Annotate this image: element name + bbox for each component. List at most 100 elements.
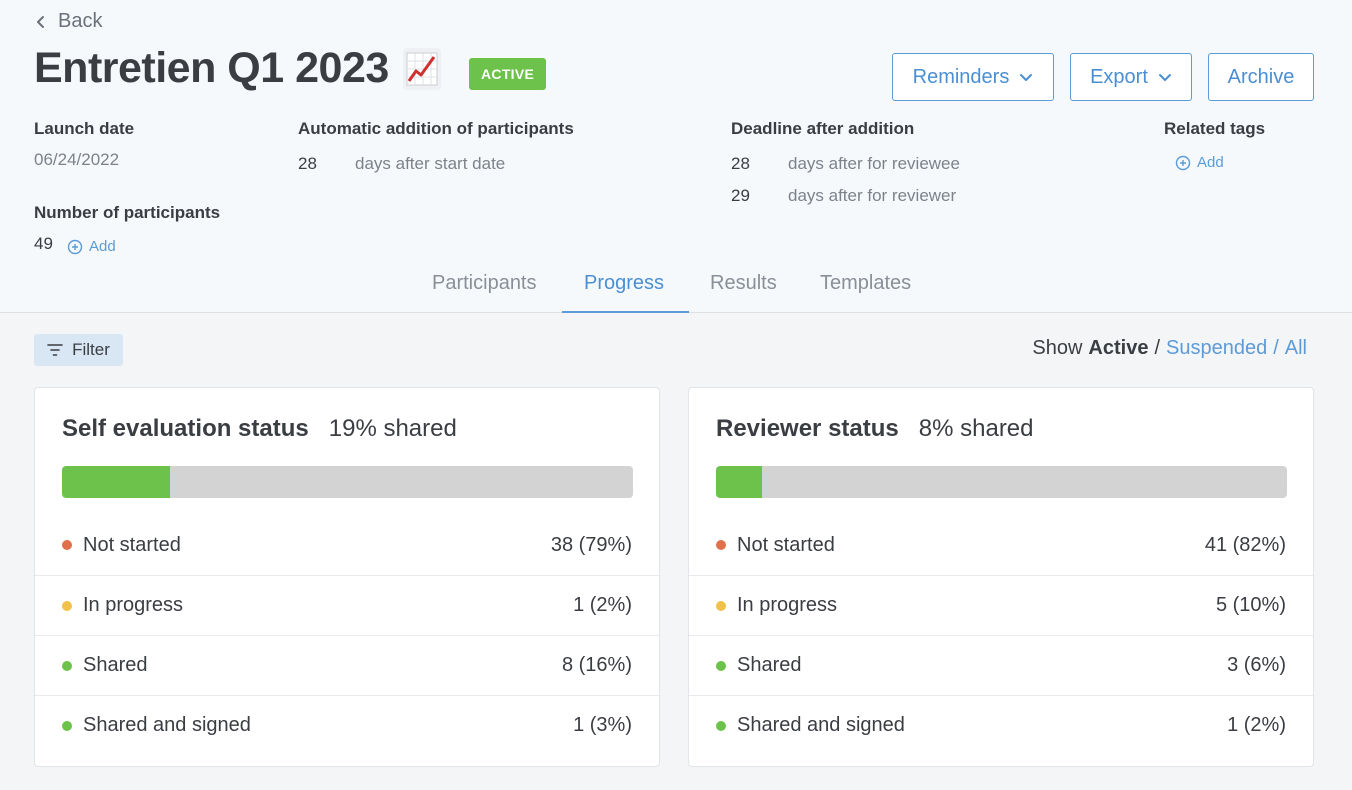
status-row: Shared and signed 1 (3%) <box>35 695 659 755</box>
campaign-header: Back Entretien Q1 2023 ACTIVE Reminders … <box>0 0 1352 313</box>
add-participants-label: Add <box>89 238 116 255</box>
status-label-text: Shared and signed <box>737 714 905 736</box>
tab-participants[interactable]: Participants <box>432 272 537 295</box>
plus-circle-icon <box>67 239 83 254</box>
status-count: 8 (16%) <box>561 654 632 676</box>
filter-button[interactable]: Filter <box>34 334 123 366</box>
status-dot-icon <box>62 660 72 671</box>
status-dot-icon <box>62 600 72 611</box>
page-title: Entretien Q1 2023 <box>34 44 441 93</box>
card-title-text: Self evaluation status <box>62 415 309 442</box>
show-all-option[interactable]: All <box>1285 337 1307 360</box>
filter-label: Filter <box>72 340 110 359</box>
status-dot-icon <box>62 720 72 731</box>
show-label: Show <box>1032 337 1083 359</box>
progress-bar-fill <box>62 466 171 498</box>
participants-count-value: 49 <box>34 234 53 253</box>
reminders-button[interactable]: Reminders <box>892 53 1054 101</box>
deadline-reviewer-text: days after for reviewer <box>788 186 957 205</box>
status-label-text: Not started <box>737 533 835 556</box>
status-label-text: Shared and signed <box>83 714 251 736</box>
tab-results[interactable]: Results <box>710 272 777 295</box>
chevron-left-icon <box>37 15 44 28</box>
status-label: Not started <box>62 534 181 557</box>
launch-date-value: 06/24/2022 <box>34 150 120 169</box>
add-tag-link[interactable]: Add <box>1175 154 1224 171</box>
deadline-label: Deadline after addition <box>731 119 915 138</box>
auto-addition-text: days after start date <box>355 154 506 173</box>
status-row: Shared 8 (16%) <box>35 635 659 695</box>
status-count: 3 (6%) <box>1227 654 1286 676</box>
status-dot-icon <box>62 540 72 550</box>
status-badge: ACTIVE <box>469 58 547 90</box>
show-active-option[interactable]: Active <box>1088 337 1148 360</box>
status-dot-icon <box>716 660 726 671</box>
reviewer-card: Reviewer status 8% shared Not started 41 … <box>688 387 1314 767</box>
export-button[interactable]: Export <box>1070 53 1192 101</box>
status-dot-icon <box>716 600 726 611</box>
chevron-down-icon <box>1020 74 1033 81</box>
deadline-reviewer-days: 29 <box>731 186 750 205</box>
card-shared-percent: 8% shared <box>918 415 1034 442</box>
status-count: 41 (82%) <box>1204 533 1286 556</box>
status-label-text: In progress <box>737 594 838 616</box>
status-row: Shared 3 (6%) <box>689 635 1313 695</box>
status-count: 1 (3%) <box>573 714 632 736</box>
card-title: Self evaluation status 19% shared <box>62 415 457 443</box>
chart-increasing-icon <box>402 47 441 90</box>
status-label: Shared <box>716 654 802 677</box>
status-count: 1 (2%) <box>1227 714 1286 736</box>
status-label-text: Not started <box>83 533 181 556</box>
auto-addition-label: Automatic addition of participants <box>298 119 574 138</box>
card-title: Reviewer status 8% shared <box>716 415 1034 443</box>
status-label-text: In progress <box>83 594 184 616</box>
add-tag-label: Add <box>1197 154 1224 171</box>
status-label: In progress <box>716 594 837 617</box>
filter-icon <box>47 344 63 356</box>
tab-progress[interactable]: Progress <box>584 272 664 295</box>
status-row: Not started 38 (79%) <box>35 515 659 575</box>
status-row: In progress 1 (2%) <box>35 575 659 635</box>
back-label: Back <box>58 10 103 32</box>
status-label: In progress <box>62 594 183 617</box>
deadline-reviewee-days: 28 <box>731 154 750 173</box>
status-row: In progress 5 (10%) <box>689 575 1313 635</box>
show-filter: Show Active / Suspended / All <box>1032 337 1307 360</box>
archive-label: Archive <box>1227 65 1295 88</box>
status-label-text: Shared <box>737 654 802 676</box>
status-label-text: Shared <box>83 654 148 676</box>
add-participants-link[interactable]: Add <box>67 238 116 255</box>
status-count: 5 (10%) <box>1215 594 1286 616</box>
status-label: Shared and signed <box>716 714 905 737</box>
launch-date-label: Launch date <box>34 119 135 138</box>
status-label: Not started <box>716 534 835 557</box>
status-row: Shared and signed 1 (2%) <box>689 695 1313 755</box>
self-evaluation-card: Self evaluation status 19% shared Not st… <box>34 387 660 767</box>
related-tags-label: Related tags <box>1164 119 1266 138</box>
progress-bar <box>62 466 633 498</box>
status-label: Shared <box>62 654 148 677</box>
campaign-title: Entretien Q1 2023 <box>34 44 389 92</box>
status-label: Shared and signed <box>62 714 251 737</box>
status-row: Not started 41 (82%) <box>689 515 1313 575</box>
status-count: 1 (2%) <box>573 594 632 616</box>
status-count: 38 (79%) <box>550 533 632 556</box>
auto-addition-days: 28 <box>298 154 317 173</box>
plus-circle-icon <box>1175 155 1191 170</box>
card-shared-percent: 19% shared <box>328 415 457 442</box>
status-dot-icon <box>716 540 726 550</box>
progress-bar <box>716 466 1287 498</box>
show-suspended-option[interactable]: Suspended <box>1166 337 1267 360</box>
reminders-label: Reminders <box>912 65 1010 88</box>
archive-button[interactable]: Archive <box>1208 53 1314 101</box>
separator: / <box>1154 337 1160 359</box>
active-tab-indicator <box>562 311 689 313</box>
chevron-down-icon <box>1158 74 1171 81</box>
progress-bar-fill <box>716 466 762 498</box>
participants-count-label: Number of participants <box>34 203 221 222</box>
separator: / <box>1273 337 1279 359</box>
export-label: Export <box>1090 65 1148 88</box>
tab-templates[interactable]: Templates <box>820 272 911 295</box>
deadline-reviewee-text: days after for reviewee <box>788 154 960 173</box>
back-link[interactable]: Back <box>34 10 102 33</box>
